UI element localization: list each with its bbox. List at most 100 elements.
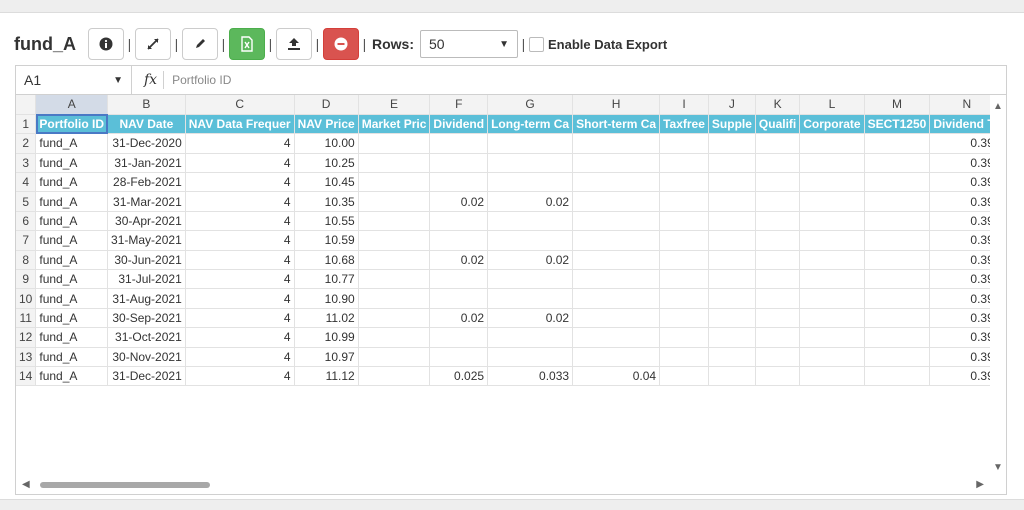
grid-cell[interactable] [429, 269, 489, 290]
grid-cell[interactable]: fund_A [35, 288, 109, 309]
grid-cell[interactable] [572, 288, 661, 309]
grid-cell[interactable] [708, 191, 756, 212]
grid-cell[interactable]: fund_A [35, 250, 109, 271]
grid-cell[interactable] [708, 366, 756, 387]
header-cell[interactable]: NAV Data Frequer [185, 114, 295, 135]
row-header[interactable]: 4 [16, 172, 37, 193]
grid-cell[interactable] [799, 327, 865, 348]
grid-cell[interactable] [755, 288, 801, 309]
grid-cell[interactable] [572, 172, 661, 193]
column-header[interactable]: J [708, 95, 756, 115]
grid-cell[interactable]: fund_A [35, 308, 109, 329]
expand-button[interactable] [135, 28, 171, 60]
grid-cell[interactable] [659, 308, 709, 329]
grid-cell[interactable] [572, 133, 661, 154]
grid-cell[interactable]: 4 [185, 308, 295, 329]
grid-cell[interactable]: 4 [185, 366, 295, 387]
header-cell[interactable]: Taxfree [659, 114, 709, 135]
grid-cell[interactable] [864, 153, 931, 174]
grid-cell[interactable]: fund_A [35, 153, 109, 174]
grid-cell[interactable] [755, 366, 801, 387]
grid-cell[interactable]: 31-May-2021 [107, 230, 186, 251]
scroll-thumb[interactable] [40, 482, 210, 488]
grid-cell[interactable] [358, 250, 431, 271]
grid-cell[interactable] [487, 153, 574, 174]
grid-cell[interactable]: 0.033 [487, 366, 574, 387]
grid-cell[interactable]: 10.25 [294, 153, 359, 174]
grid-cell[interactable] [755, 250, 801, 271]
grid-cell[interactable] [864, 308, 931, 329]
grid-cell[interactable] [864, 191, 931, 212]
grid-cell[interactable] [358, 191, 431, 212]
row-header[interactable]: 9 [16, 269, 37, 290]
grid-cell[interactable]: 4 [185, 269, 295, 290]
grid-cell[interactable]: 30-Jun-2021 [107, 250, 186, 271]
header-cell[interactable]: NAV Date [107, 114, 186, 135]
grid-cell[interactable] [864, 133, 931, 154]
column-header[interactable]: I [659, 95, 709, 115]
grid-cell[interactable]: 4 [185, 133, 295, 154]
grid-cell[interactable] [572, 308, 661, 329]
grid-cell[interactable] [429, 153, 489, 174]
remove-button[interactable] [323, 28, 359, 60]
grid-cell[interactable]: 10.68 [294, 250, 359, 271]
column-header[interactable]: B [107, 95, 186, 115]
grid-cell[interactable]: 10.99 [294, 327, 359, 348]
grid-cell[interactable] [799, 153, 865, 174]
column-header[interactable]: E [358, 95, 431, 115]
column-header[interactable]: L [799, 95, 865, 115]
grid-cell[interactable] [708, 288, 756, 309]
grid-cell[interactable] [358, 172, 431, 193]
row-header[interactable]: 1 [16, 114, 37, 135]
edit-button[interactable] [182, 28, 218, 60]
header-cell[interactable]: Market Pric [358, 114, 431, 135]
row-header[interactable]: 2 [16, 133, 37, 154]
grid-cell[interactable] [429, 230, 489, 251]
grid-cell[interactable] [708, 133, 756, 154]
grid-cell[interactable] [708, 347, 756, 367]
grid-cell[interactable] [708, 250, 756, 271]
row-header[interactable]: 5 [16, 191, 37, 212]
grid-cell[interactable] [799, 211, 865, 232]
row-header[interactable]: 7 [16, 230, 37, 251]
grid-cell[interactable] [864, 327, 931, 348]
grid-cell[interactable]: 0.02 [487, 308, 574, 329]
grid-cell[interactable]: fund_A [35, 172, 109, 193]
grid-cell[interactable] [799, 230, 865, 251]
grid-cell[interactable] [799, 172, 865, 193]
grid-cell[interactable] [799, 250, 865, 271]
grid-cell[interactable]: 0.02 [487, 250, 574, 271]
grid-cell[interactable] [429, 327, 489, 348]
export-excel-button[interactable] [229, 28, 265, 60]
grid-cell[interactable]: 4 [185, 347, 295, 367]
grid-cell[interactable]: 28-Feb-2021 [107, 172, 186, 193]
grid-cell[interactable] [487, 269, 574, 290]
header-cell[interactable]: Qualifi [755, 114, 801, 135]
header-cell[interactable]: Long-term Ca [487, 114, 574, 135]
grid-cell[interactable] [572, 250, 661, 271]
grid-cell[interactable] [864, 269, 931, 290]
grid-cell[interactable] [864, 288, 931, 309]
grid-cell[interactable]: 30-Apr-2021 [107, 211, 186, 232]
header-cell[interactable]: Portfolio ID [35, 114, 109, 135]
grid-cell[interactable] [487, 288, 574, 309]
grid-cell[interactable]: 31-Dec-2021 [107, 366, 186, 387]
grid-cell[interactable] [864, 172, 931, 193]
column-header[interactable]: F [429, 95, 489, 115]
grid-cell[interactable] [659, 172, 709, 193]
grid-cell[interactable]: fund_A [35, 133, 109, 154]
export-checkbox[interactable] [529, 36, 544, 52]
grid-cell[interactable] [659, 153, 709, 174]
grid-cell[interactable]: 11.12 [294, 366, 359, 387]
grid-cell[interactable] [708, 308, 756, 329]
grid-cell[interactable] [864, 230, 931, 251]
grid-cell[interactable] [708, 153, 756, 174]
grid-cell[interactable] [572, 211, 661, 232]
header-cell[interactable]: SECT1250 [864, 114, 931, 135]
grid-cell[interactable] [358, 366, 431, 387]
grid-cell[interactable] [659, 230, 709, 251]
info-button[interactable] [88, 28, 124, 60]
grid-cell[interactable] [659, 191, 709, 212]
row-header[interactable]: 3 [16, 153, 37, 174]
vertical-scrollbar[interactable]: ▲ ▼ [990, 95, 1006, 477]
